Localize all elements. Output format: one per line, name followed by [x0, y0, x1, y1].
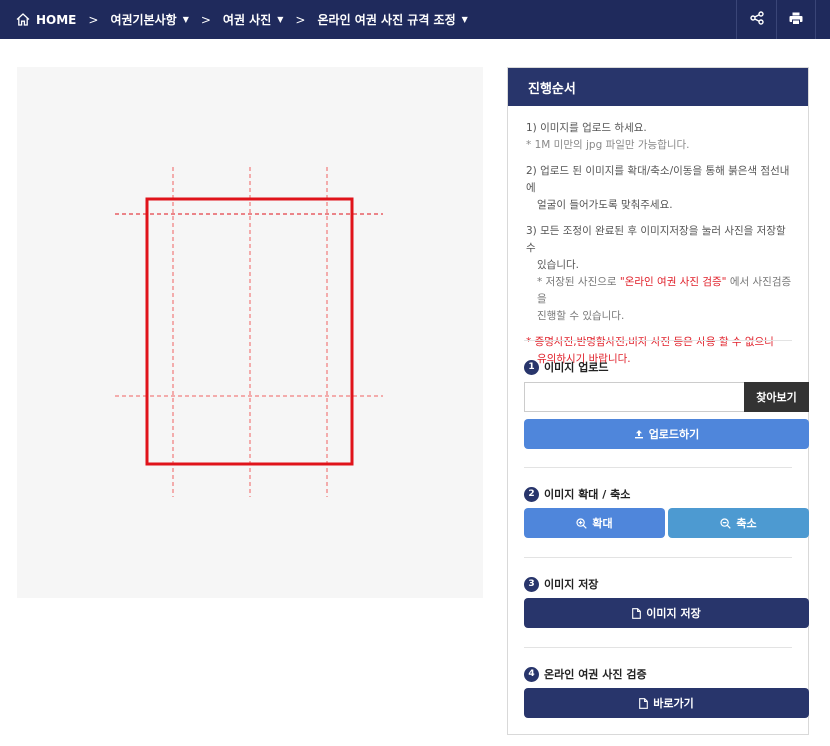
step-number-badge: 4: [524, 666, 539, 682]
panel-title: 진행순서: [508, 68, 808, 106]
home-icon: [16, 13, 30, 26]
print-button[interactable]: [776, 0, 816, 39]
section-upload-title: 1 이미지 업로드: [524, 359, 609, 375]
step-number-badge: 2: [524, 486, 539, 502]
zoom-out-button[interactable]: 축소: [668, 508, 809, 538]
step-1-note: * 1M 미만의 jpg 파일만 가능합니다.: [526, 139, 690, 151]
save-image-label: 이미지 저장: [646, 607, 701, 620]
section-title-text: 이미지 업로드: [544, 361, 609, 374]
upload-button-label: 업로드하기: [648, 428, 700, 441]
breadcrumb: HOME > 여권기본사항 ▼ > 여권 사진 ▼ > 온라인 여권 사진 규격…: [0, 0, 736, 39]
top-navigation-bar: HOME > 여권기본사항 ▼ > 여권 사진 ▼ > 온라인 여권 사진 규격…: [0, 0, 830, 39]
breadcrumb-home-label: HOME: [36, 12, 77, 27]
upload-icon: [634, 429, 644, 439]
save-image-button[interactable]: 이미지 저장: [524, 598, 809, 628]
step-number-badge: 1: [524, 359, 539, 375]
zoom-in-icon: [576, 517, 588, 529]
section-save-title: 3 이미지 저장: [524, 576, 598, 592]
breadcrumb-passport-basics[interactable]: 여권기본사항 ▼: [110, 11, 188, 28]
breadcrumb-separator: >: [295, 12, 306, 27]
breadcrumb-passport-photo[interactable]: 여권 사진 ▼: [223, 11, 284, 28]
breadcrumb-label: 온라인 여권 사진 규격 조정: [317, 13, 456, 27]
print-icon: [789, 10, 803, 29]
breadcrumb-photo-adjust[interactable]: 온라인 여권 사진 규격 조정 ▼: [317, 11, 467, 28]
document-icon: [639, 697, 649, 709]
divider: [524, 340, 792, 341]
step-3-text-cont: 있습니다.: [537, 259, 579, 271]
guide-overlay: [115, 167, 383, 497]
section-title-text: 이미지 저장: [544, 578, 599, 591]
zoom-in-label: 확대: [592, 517, 613, 530]
breadcrumb-label: 여권기본사항: [110, 13, 177, 27]
step-2-text-cont: 얼굴이 들어가도록 맞춰주세요.: [537, 199, 673, 211]
dropdown-caret-icon: ▼: [277, 15, 284, 24]
share-icon: [749, 10, 764, 29]
breadcrumb-label: 여권 사진: [222, 13, 272, 27]
divider: [524, 557, 792, 558]
section-verify-title: 4 온라인 여권 사진 검증: [524, 666, 647, 682]
goto-verify-button[interactable]: 바로가기: [524, 688, 809, 718]
section-title-text: 온라인 여권 사진 검증: [544, 668, 647, 681]
instructions: 1) 이미지를 업로드 하세요. * 1M 미만의 jpg 파일만 가능합니다.…: [508, 106, 808, 368]
step-2-text: 2) 업로드 된 이미지를 확대/축소/이동을 통해 붉은색 점선내에: [526, 165, 790, 194]
step-number-badge: 3: [524, 576, 539, 592]
breadcrumb-separator: >: [88, 12, 99, 27]
verify-link-text: "온라인 여권 사진 검증": [619, 276, 727, 288]
dropdown-caret-icon: ▼: [182, 15, 189, 24]
section-title-text: 이미지 확대 / 축소: [544, 488, 631, 501]
divider: [524, 467, 792, 468]
goto-verify-label: 바로가기: [653, 697, 694, 710]
breadcrumb-separator: >: [200, 12, 211, 27]
share-button[interactable]: [736, 0, 776, 39]
breadcrumb-home[interactable]: HOME: [16, 13, 76, 27]
step-3-text: 3) 모든 조정이 완료된 후 이미지저장을 눌러 사진을 저장할 수: [526, 225, 786, 254]
dropdown-caret-icon: ▼: [461, 15, 468, 24]
document-icon: [632, 607, 642, 619]
zoom-out-label: 축소: [736, 517, 757, 530]
process-panel: 진행순서 1) 이미지를 업로드 하세요. * 1M 미만의 jpg 파일만 가…: [507, 67, 809, 735]
zoom-in-button[interactable]: 확대: [524, 508, 665, 538]
step-1-text: 1) 이미지를 업로드 하세요.: [526, 122, 647, 134]
photo-editor-canvas[interactable]: [17, 67, 483, 598]
zoom-out-icon: [720, 517, 732, 529]
step-3-note-pre: * 저장된 사진으로: [537, 276, 620, 288]
file-path-input[interactable]: [524, 382, 745, 412]
browse-button[interactable]: 찾아보기: [744, 382, 809, 412]
step-3-note-cont: 진행할 수 있습니다.: [537, 310, 625, 322]
divider: [524, 647, 792, 648]
upload-button[interactable]: 업로드하기: [524, 419, 809, 449]
section-zoom-title: 2 이미지 확대 / 축소: [524, 486, 630, 502]
warning-text: * 증명사진,반명함사진,비자 사진 등은 사용 할 수 없으니: [526, 336, 774, 348]
step-3-note: * 저장된 사진으로 "온라인 여권 사진 검증" 에서 사진검증을: [526, 274, 792, 308]
